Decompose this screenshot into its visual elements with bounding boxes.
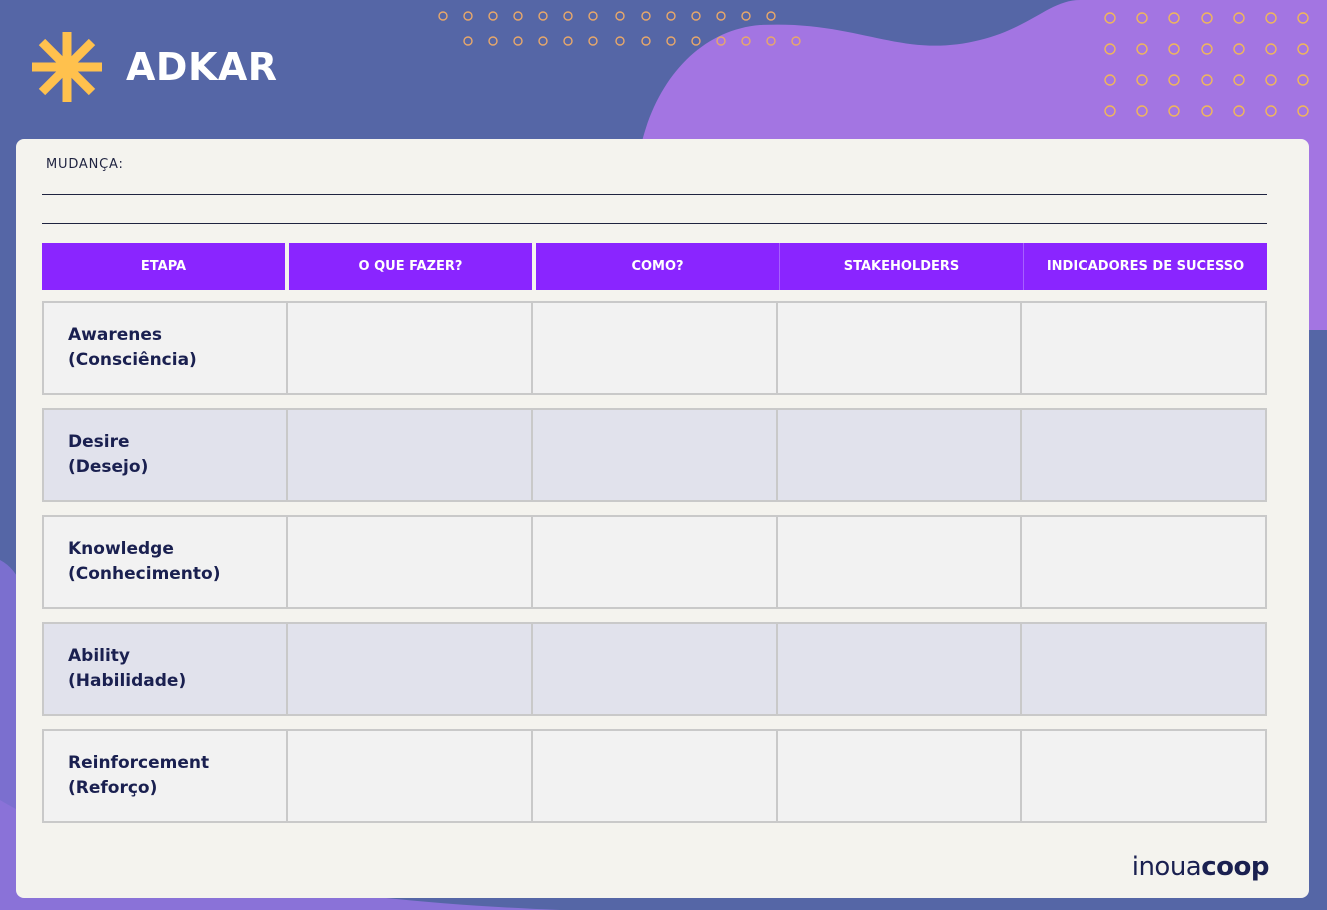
table-row-desire: Desire (Desejo) xyxy=(42,408,1267,502)
stage-cell: Reinforcement (Reforço) xyxy=(44,731,288,821)
stage-translation: (Habilidade) xyxy=(68,671,187,691)
table-row-reinforcement: Reinforcement (Reforço) xyxy=(42,729,1267,823)
table-row-knowledge: Knowledge (Conhecimento) xyxy=(42,515,1267,609)
change-field-label: MUDANÇA: xyxy=(46,157,124,172)
stage-translation: (Conhecimento) xyxy=(68,564,221,584)
stakeholders-cell[interactable] xyxy=(778,517,1022,607)
how-cell[interactable] xyxy=(533,410,778,500)
stakeholders-cell[interactable] xyxy=(778,731,1022,821)
brand-logo-light: inoua xyxy=(1131,852,1202,882)
table-row-ability: Ability (Habilidade) xyxy=(42,622,1267,716)
column-header-stakeholders: STAKEHOLDERS xyxy=(779,243,1023,290)
stage-name: Knowledge xyxy=(68,539,174,559)
success-indicators-cell[interactable] xyxy=(1022,731,1265,821)
what-to-do-cell[interactable] xyxy=(288,517,533,607)
success-indicators-cell[interactable] xyxy=(1022,303,1265,393)
stakeholders-cell[interactable] xyxy=(778,303,1022,393)
table-header: ETAPA O QUE FAZER? COMO? STAKEHOLDERS IN… xyxy=(42,243,1267,290)
what-to-do-cell[interactable] xyxy=(288,410,533,500)
table-row-awareness: Awarenes (Consciência) xyxy=(42,301,1267,395)
change-input-line-1[interactable] xyxy=(42,194,1267,195)
stage-cell: Knowledge (Conhecimento) xyxy=(44,517,288,607)
stakeholders-cell[interactable] xyxy=(778,624,1022,714)
how-cell[interactable] xyxy=(533,517,778,607)
how-cell[interactable] xyxy=(533,624,778,714)
decorative-dots-top xyxy=(438,11,801,46)
how-cell[interactable] xyxy=(533,303,778,393)
header-logo-area: ADKAR xyxy=(30,30,278,104)
stage-name: Desire xyxy=(68,432,130,452)
success-indicators-cell[interactable] xyxy=(1022,624,1265,714)
brand-logo: inouacoop xyxy=(1131,852,1270,882)
column-header-stage: ETAPA xyxy=(42,243,285,290)
stage-cell: Awarenes (Consciência) xyxy=(44,303,288,393)
stage-name: Reinforcement xyxy=(68,753,210,773)
success-indicators-cell[interactable] xyxy=(1022,517,1265,607)
what-to-do-cell[interactable] xyxy=(288,624,533,714)
stakeholders-cell[interactable] xyxy=(778,410,1022,500)
adkar-worksheet-card: MUDANÇA: ETAPA O QUE FAZER? COMO? STAKEH… xyxy=(16,139,1309,898)
page-title: ADKAR xyxy=(126,45,278,89)
stage-translation: (Desejo) xyxy=(68,457,149,477)
stage-name: Ability xyxy=(68,646,131,666)
what-to-do-cell[interactable] xyxy=(288,303,533,393)
stage-cell: Ability (Habilidade) xyxy=(44,624,288,714)
stage-translation: (Consciência) xyxy=(68,350,197,370)
column-header-success-indicators: INDICADORES DE SUCESSO xyxy=(1023,243,1267,290)
asterisk-icon xyxy=(32,32,102,102)
what-to-do-cell[interactable] xyxy=(288,731,533,821)
brand-logo-bold: coop xyxy=(1201,852,1269,882)
stage-name: Awarenes xyxy=(68,325,162,345)
change-input-line-2[interactable] xyxy=(42,223,1267,224)
column-header-what-to-do: O QUE FAZER? xyxy=(289,243,532,290)
stage-cell: Desire (Desejo) xyxy=(44,410,288,500)
stage-translation: (Reforço) xyxy=(68,778,158,798)
how-cell[interactable] xyxy=(533,731,778,821)
column-header-how: COMO? xyxy=(536,243,779,290)
decorative-dots-right xyxy=(1104,12,1309,117)
success-indicators-cell[interactable] xyxy=(1022,410,1265,500)
